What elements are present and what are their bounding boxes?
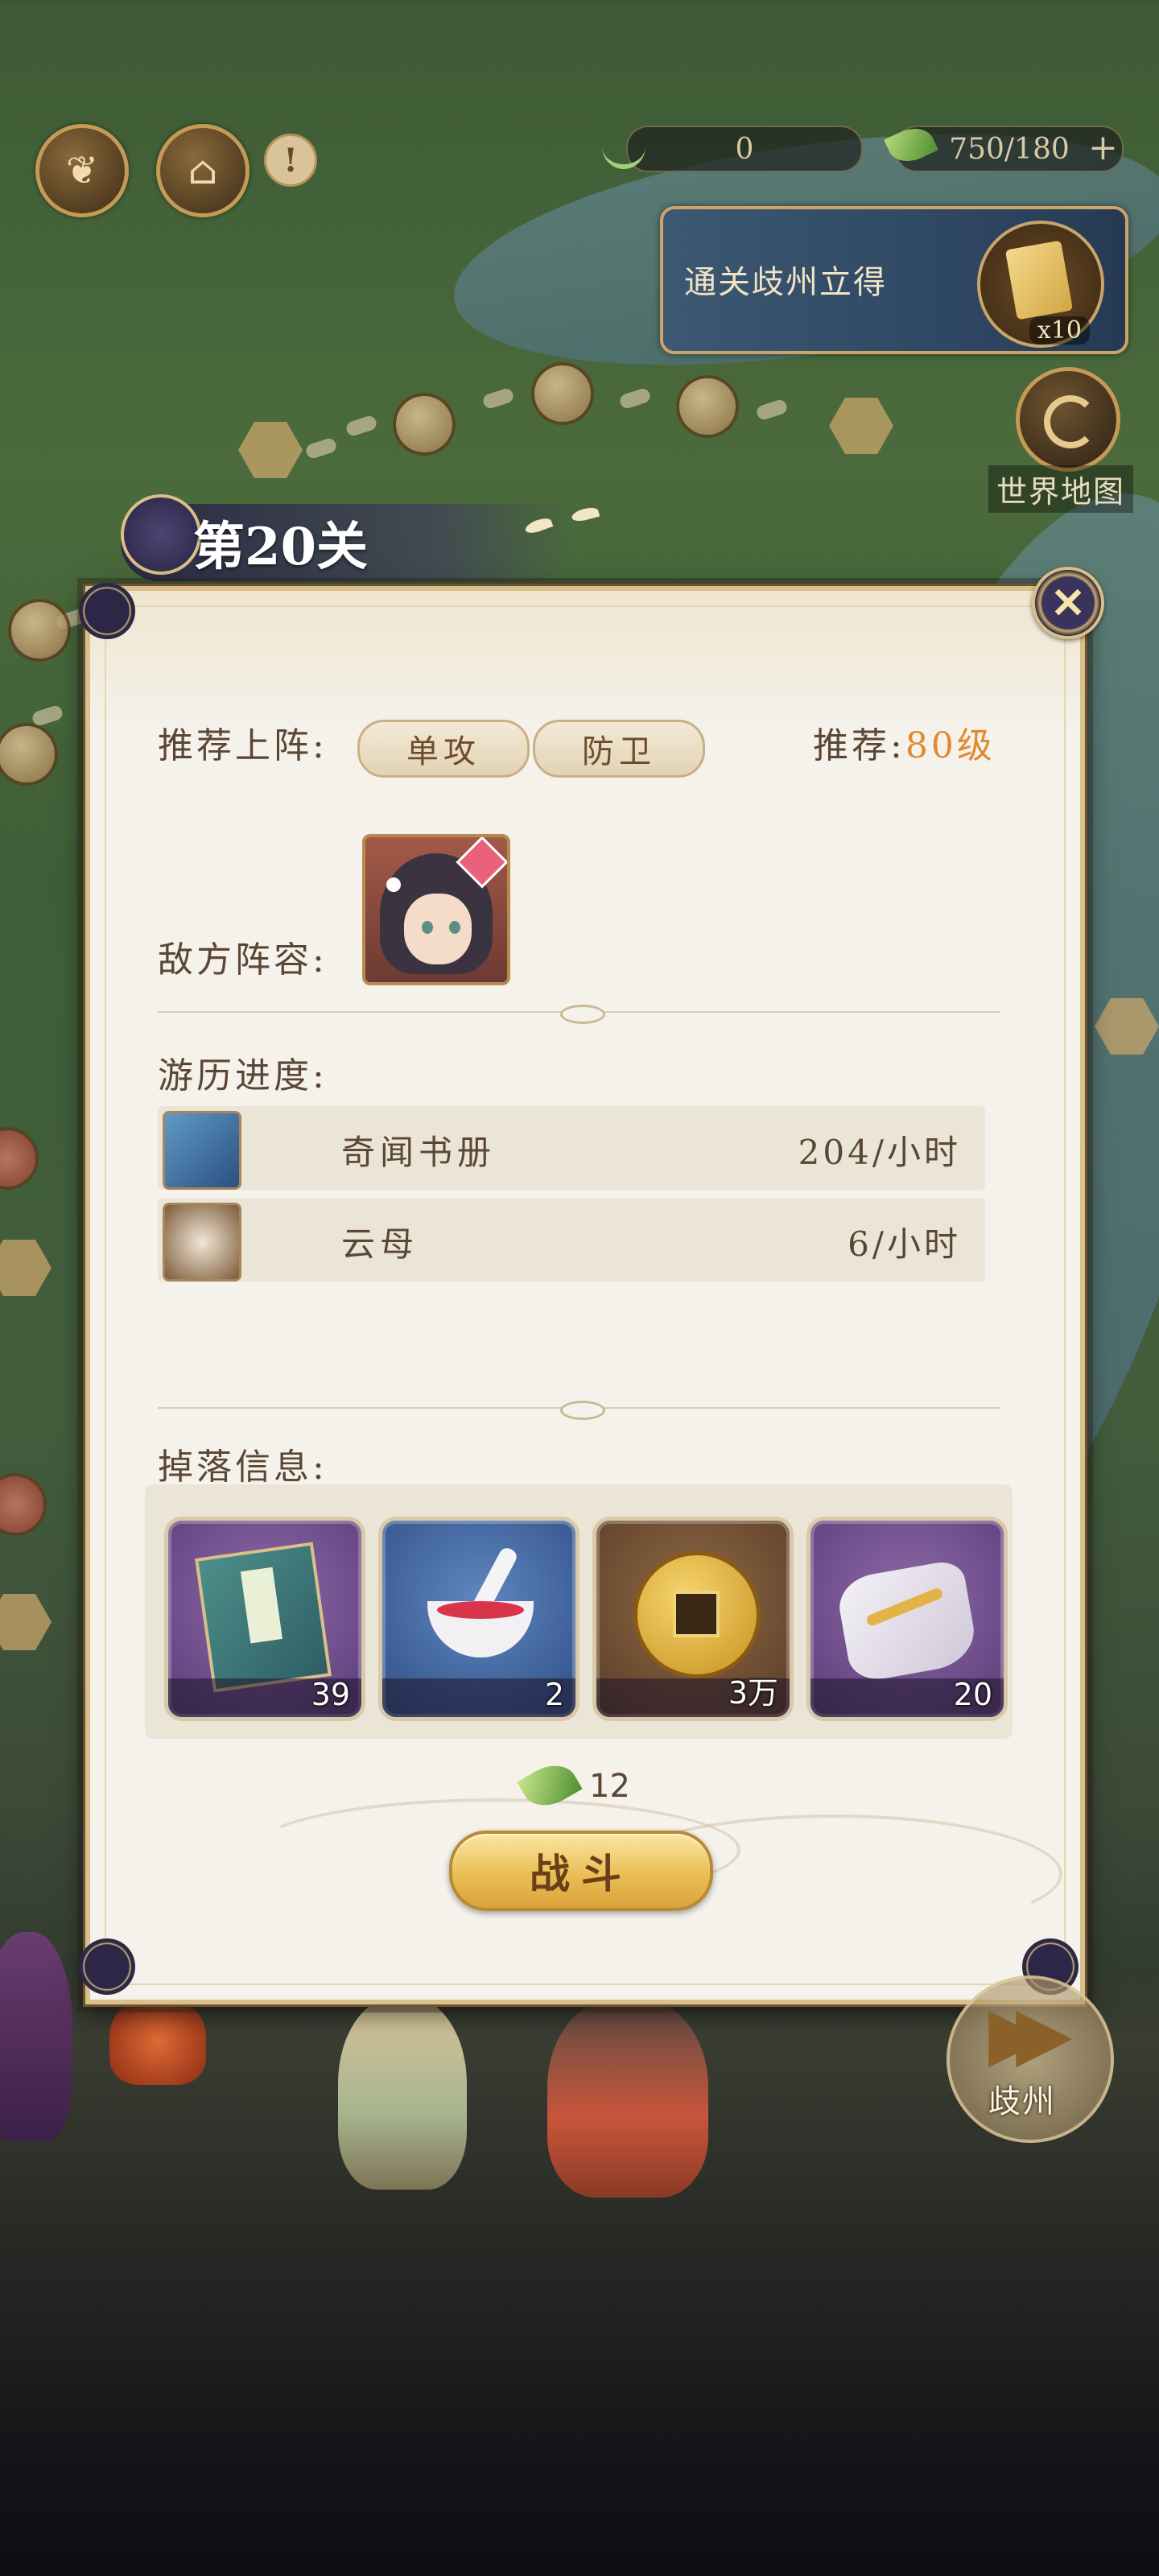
alert-label: ! <box>283 141 298 180</box>
book-reward-icon <box>195 1542 332 1693</box>
progress-row: 云母 6/小时 <box>158 1198 985 1282</box>
map-stage-node[interactable] <box>0 723 58 786</box>
enemy-face <box>404 894 472 964</box>
level-emblem-icon <box>121 494 201 575</box>
hair-flower-icon <box>386 877 401 892</box>
drop-count: 3万 <box>728 1675 778 1711</box>
panel-corner-ornament <box>79 583 135 639</box>
grass-icon <box>602 124 645 169</box>
resource-bar-one: 0 <box>626 126 863 172</box>
progress-label: 游历进度: <box>158 1055 328 1096</box>
drops-label: 掉落信息: <box>158 1447 328 1488</box>
progress-item-name: 奇闻书册 <box>341 1133 497 1172</box>
book-icon <box>163 1111 241 1190</box>
map-path-dot <box>755 398 789 422</box>
drop-count: 2 <box>544 1677 564 1712</box>
add-stamina-button[interactable]: + <box>1088 127 1118 168</box>
stamina-value: 750/180 <box>949 132 1070 166</box>
quest-reward-count: x10 <box>1029 316 1090 345</box>
fight-button[interactable]: 战斗 <box>449 1831 713 1911</box>
progress-row: 奇闻书册 204/小时 <box>158 1106 985 1190</box>
map-locked-node[interactable] <box>238 422 303 478</box>
bird-menu-button[interactable]: ❦ <box>35 124 129 217</box>
fight-label: 战斗 <box>530 1850 633 1897</box>
hairpin-cloth-icon <box>834 1558 980 1684</box>
world-map-button[interactable] <box>1016 367 1120 472</box>
lineup-tag-defense[interactable]: 防卫 <box>533 720 705 778</box>
coin-icon <box>633 1551 761 1678</box>
drop-item[interactable]: 2 <box>378 1517 580 1721</box>
map-stage-node[interactable] <box>531 362 594 425</box>
map-path-dot <box>304 436 338 460</box>
drop-item[interactable]: 3万 <box>592 1517 794 1721</box>
map-gift-node[interactable] <box>0 1127 39 1190</box>
stage-info-panel <box>83 584 1087 2007</box>
next-area-label: 歧州 <box>988 2083 1056 2120</box>
plus-label: + <box>1088 127 1118 168</box>
close-icon: ✕ <box>1050 578 1086 628</box>
recommended-lineup-label: 推荐上阵: <box>158 725 328 766</box>
lineup-tag-single-attack[interactable]: 单攻 <box>357 720 530 778</box>
divider-ornament <box>560 1401 605 1420</box>
recommended-level-label: 推荐: <box>813 725 905 766</box>
stamina-cost: 12 <box>589 1768 630 1805</box>
lantern-prop <box>109 1996 206 2085</box>
alert-icon[interactable]: ! <box>264 134 317 187</box>
pavilion-icon: ⌂ <box>188 148 218 193</box>
ticket-icon <box>1004 240 1074 320</box>
quest-text: 通关歧州立得 <box>684 264 887 301</box>
panel-corner-ornament <box>79 1938 135 1995</box>
mica-icon <box>163 1203 241 1282</box>
map-stage-node[interactable] <box>393 393 456 456</box>
drop-count: 39 <box>311 1677 350 1712</box>
pavilion-menu-button[interactable]: ⌂ <box>156 124 250 217</box>
close-button[interactable]: ✕ <box>1032 567 1104 639</box>
level-title: 第20关 <box>193 517 369 577</box>
bird-icon: ❦ <box>65 148 99 193</box>
character-sprite[interactable] <box>0 1932 72 2141</box>
quest-banner[interactable]: 通关歧州立得 x10 <box>660 206 1128 354</box>
panel-inner-border <box>105 605 1066 1985</box>
map-gift-node[interactable] <box>0 1473 47 1536</box>
map-locked-node[interactable] <box>0 1240 52 1296</box>
map-stage-node[interactable] <box>8 599 71 662</box>
character-sprite[interactable] <box>338 1996 467 2190</box>
map-stage-node[interactable] <box>676 375 739 438</box>
drop-item[interactable]: 20 <box>806 1517 1008 1721</box>
map-locked-node[interactable] <box>0 1594 52 1650</box>
progress-item-name: 云母 <box>341 1224 419 1264</box>
enemy-eye <box>449 921 460 934</box>
map-path-dot <box>344 414 378 438</box>
resource-one-value: 0 <box>735 132 754 166</box>
enemy-portrait[interactable] <box>362 834 510 985</box>
map-path-dot <box>618 386 652 411</box>
recommended-level-value: 80级 <box>905 725 996 766</box>
progress-item-rate: 204/小时 <box>798 1133 961 1172</box>
fast-forward-icon: ▶ <box>1016 1990 1073 2076</box>
character-sprite[interactable] <box>547 1996 708 2198</box>
rouge-bowl-icon <box>427 1601 534 1657</box>
map-locked-node[interactable] <box>829 398 893 454</box>
progress-item-rate: 6/小时 <box>848 1224 961 1264</box>
drop-count: 20 <box>953 1677 992 1712</box>
divider-ornament <box>560 1005 605 1024</box>
map-path-dot <box>481 386 515 411</box>
drop-item[interactable]: 39 <box>164 1517 365 1721</box>
enemy-eye <box>422 921 433 934</box>
recommended-level: 推荐:80级 <box>813 716 996 768</box>
enemy-lineup-label: 敌方阵容: <box>158 939 328 980</box>
world-map-label[interactable]: 世界地图 <box>988 465 1134 513</box>
